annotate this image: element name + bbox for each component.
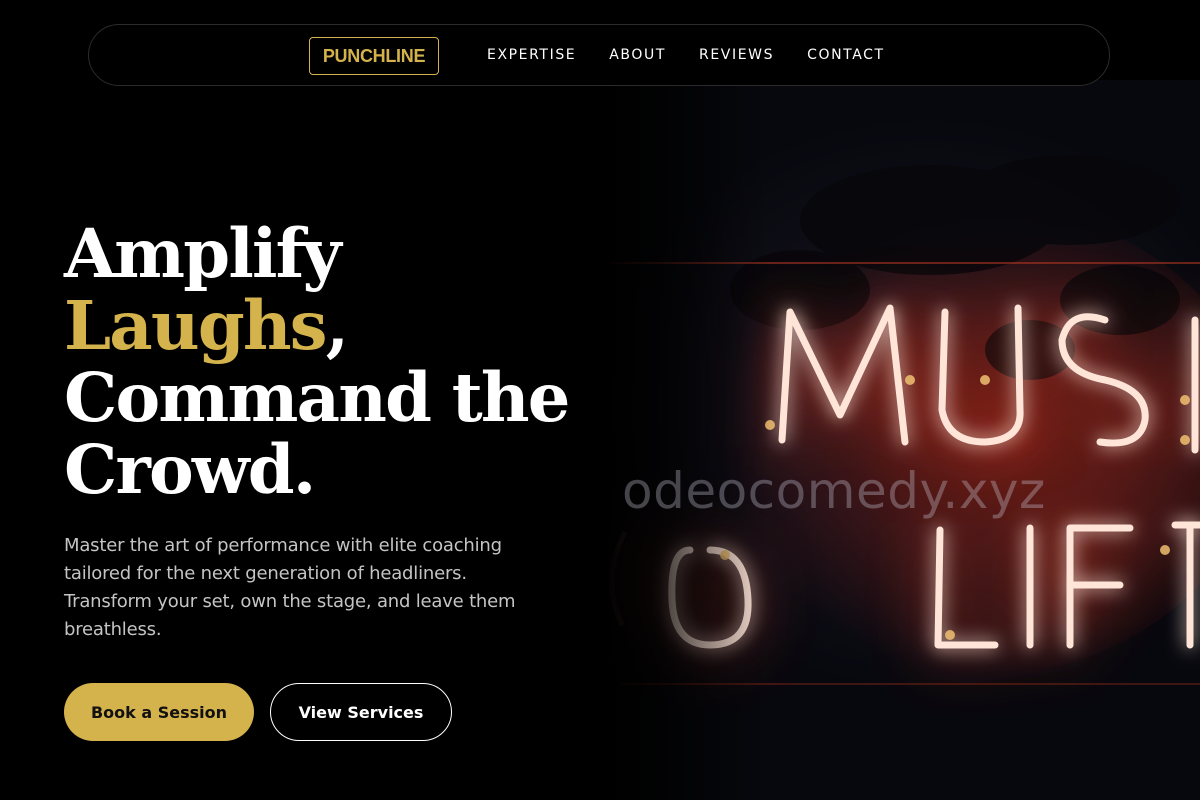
headline-accent: Laughs — [64, 286, 328, 365]
view-services-button[interactable]: View Services — [270, 683, 452, 741]
nav-link-contact[interactable]: CONTACT — [807, 47, 885, 63]
headline-comma: , — [325, 286, 349, 365]
hero-subtext: Master the art of performance with elite… — [64, 535, 516, 640]
top-navigation: PUNCHLINE EXPERTISE ABOUT REVIEWS CONTAC… — [88, 24, 1110, 86]
brand-logo[interactable]: PUNCHLINE — [309, 37, 439, 75]
hero-headline: Amplify Laughs, Command the Crowd. — [64, 218, 584, 506]
headline-line-3: Command the — [64, 358, 570, 437]
image-watermark: odeocomedy.xyz — [622, 462, 1046, 520]
book-session-button[interactable]: Book a Session — [64, 683, 254, 741]
headline-line-1: Amplify — [64, 214, 342, 293]
hero-image-fade — [600, 80, 770, 800]
headline-line-4: Crowd. — [64, 430, 316, 509]
nav-link-expertise[interactable]: EXPERTISE — [487, 47, 576, 63]
nav-link-about[interactable]: ABOUT — [609, 47, 666, 63]
nav-links: EXPERTISE ABOUT REVIEWS CONTACT — [487, 25, 885, 85]
nav-link-reviews[interactable]: REVIEWS — [699, 47, 774, 63]
